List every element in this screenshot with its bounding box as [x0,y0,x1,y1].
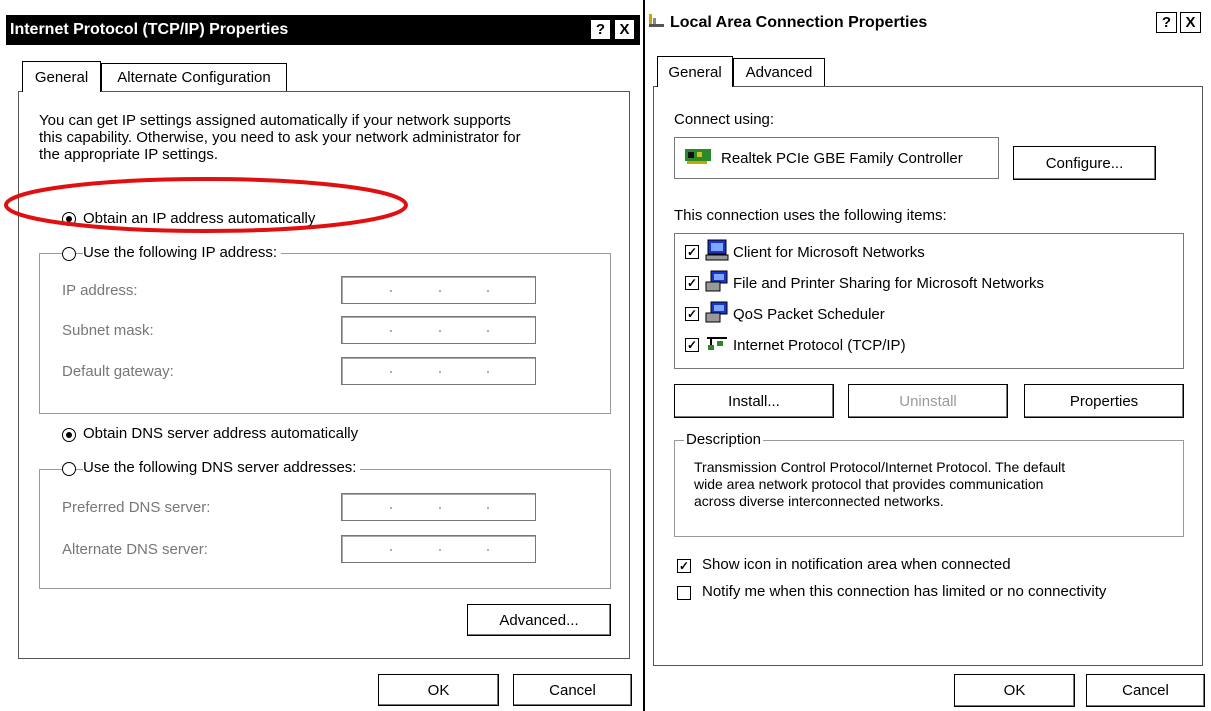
help-button[interactable]: ? [1156,12,1177,33]
tab-general[interactable]: General [22,61,101,92]
preferred-dns-label: Preferred DNS server: [62,499,211,516]
network-service-icon [705,301,729,327]
ok-button[interactable]: OK [954,674,1075,707]
notify-checkbox[interactable] [677,586,691,600]
network-adapter-icon [685,147,713,169]
use-dns-label[interactable]: Use the following DNS server addresses: [83,459,361,476]
obtain-dns-auto-radio[interactable] [62,428,76,442]
tab-alternate-configuration[interactable]: Alternate Configuration [101,63,287,91]
network-connection-icon [648,12,666,35]
ok-button[interactable]: OK [378,674,499,706]
show-icon-checkbox[interactable]: ✓ [677,559,691,573]
description-text: Transmission Control Protocol/Internet P… [694,459,1066,509]
show-icon-label[interactable]: Show icon in notification area when conn… [702,556,1011,573]
ip-address-input[interactable] [341,276,536,304]
advanced-button[interactable]: Advanced... [467,604,611,636]
alternate-dns-label: Alternate DNS server: [62,541,208,558]
item-checkbox[interactable]: ✓ [685,307,699,321]
item-checkbox[interactable]: ✓ [685,338,699,352]
list-item-qos-packet-scheduler[interactable]: ✓ QoS Packet Scheduler [685,301,885,327]
title-bar[interactable]: Internet Protocol (TCP/IP) Properties ? … [6,15,640,45]
dialog-title: Internet Protocol (TCP/IP) Properties [10,21,289,38]
network-service-icon [705,270,729,296]
description-label: Description [684,431,764,448]
tab-advanced[interactable]: Advanced [733,58,825,86]
uninstall-button: Uninstall [848,384,1008,418]
list-item-tcp-ip[interactable]: ✓ Internet Protocol (TCP/IP) [685,332,906,358]
intro-text: You can get IP settings assigned automat… [39,112,521,163]
alternate-dns-input[interactable] [341,535,536,563]
dns-server-group [39,469,611,589]
properties-button[interactable]: Properties [1024,384,1184,418]
obtain-dns-auto-label[interactable]: Obtain DNS server address automatically [83,425,358,442]
default-gateway-label: Default gateway: [62,363,174,380]
subnet-mask-label: Subnet mask: [62,322,154,339]
network-client-icon [705,239,729,265]
use-ip-label[interactable]: Use the following IP address: [83,244,281,261]
list-item-client-ms-networks[interactable]: ✓ Client for Microsoft Networks [685,239,925,265]
general-panel: Connect using: Realtek PCIe GBE Family C… [653,86,1203,666]
tab-general[interactable]: General [657,56,733,87]
network-protocol-icon [705,335,729,355]
preferred-dns-input[interactable] [341,493,536,521]
default-gateway-input[interactable] [341,357,536,385]
highlight-ellipse [4,177,408,233]
items-label: This connection uses the following items… [674,207,947,224]
close-button[interactable]: X [1180,12,1201,33]
adapter-name: Realtek PCIe GBE Family Controller [721,149,963,167]
adapter-box: Realtek PCIe GBE Family Controller [674,137,999,179]
dialog-title: Local Area Connection Properties [670,14,928,31]
item-checkbox[interactable]: ✓ [685,276,699,290]
install-button[interactable]: Install... [674,384,834,418]
ip-address-label: IP address: [62,282,138,299]
cancel-button[interactable]: Cancel [513,674,632,706]
title-bar[interactable]: Local Area Connection Properties ? X [648,8,1206,38]
divider [643,0,645,711]
notify-label[interactable]: Notify me when this connection has limit… [702,583,1106,600]
connect-using-label: Connect using: [674,111,775,128]
list-item-file-printer-sharing[interactable]: ✓ File and Printer Sharing for Microsoft… [685,270,1044,296]
close-button[interactable]: X [614,19,635,40]
help-button[interactable]: ? [590,19,611,40]
items-list: ✓ Client for Microsoft Networks ✓ File a… [674,233,1184,369]
use-dns-radio[interactable] [62,462,76,476]
use-ip-radio[interactable] [62,247,76,261]
cancel-button[interactable]: Cancel [1086,674,1205,707]
item-checkbox[interactable]: ✓ [685,245,699,259]
subnet-mask-input[interactable] [341,316,536,344]
configure-button[interactable]: Configure... [1013,146,1156,180]
